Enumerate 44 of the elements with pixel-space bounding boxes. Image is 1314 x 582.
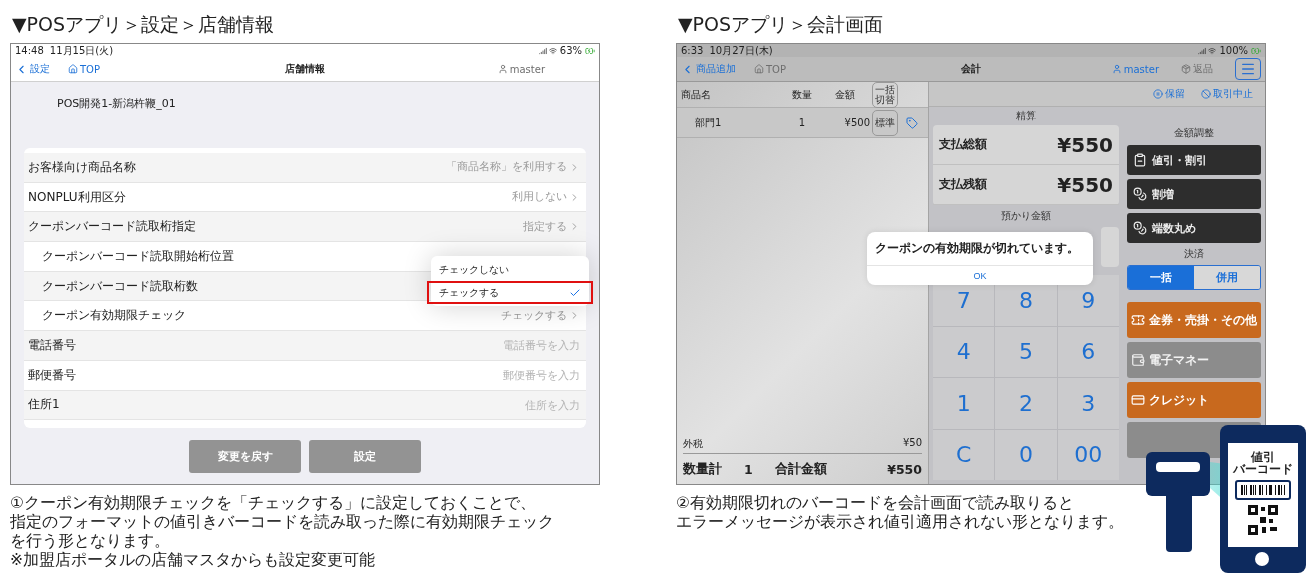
setting-label: NONPLU利用区分 <box>28 188 126 206</box>
settlement-label: 精算 <box>1015 109 1037 123</box>
total-label: 合計金額 <box>774 460 827 478</box>
deposit-label: 預かり金額 <box>1000 209 1052 223</box>
battery-level: 63% <box>559 45 582 56</box>
tax-amount: ¥50 <box>902 437 922 450</box>
screen-title: 会計 <box>960 62 982 76</box>
qty-total-label: 数量計 <box>683 460 722 478</box>
status-date: 11月15日(火) <box>49 44 114 58</box>
setting-label: クーポンバーコード読取桁数 <box>42 277 198 295</box>
adjust-label: 金額調整 <box>1173 126 1215 140</box>
column-header: 商品名 <box>681 88 712 102</box>
section-heading: ▼POSアプリ＞会計画面 <box>677 12 885 37</box>
caption: ②有効期限切れのバーコードを会計画面で読み取りると エラーメッセージが表示され値引適用されない形となります。 <box>676 494 1124 532</box>
setting-label: クーポンバーコード読取開始桁位置 <box>42 247 234 265</box>
amount-label: 支払残額 <box>939 176 987 193</box>
status-time: 6:33 <box>681 45 704 56</box>
column-header: 数量 <box>791 88 813 102</box>
setting-label: クーポンバーコード読取桁指定 <box>28 218 196 236</box>
column-header: 金額 <box>834 88 856 102</box>
qty-total: 1 <box>744 461 753 477</box>
setting-label: お客様向け商品名称 <box>28 158 136 176</box>
store-name: POS開発1-新潟杵鞭_01 <box>56 96 177 112</box>
amount-label: 支払総額 <box>939 136 987 153</box>
table-cell-text: 1 <box>797 117 807 128</box>
battery-level: 100% <box>1219 45 1248 56</box>
tax-label: 外税 <box>683 437 703 451</box>
section-heading: ▼POSアプリ＞設定＞店舗情報 <box>11 12 276 37</box>
table-cell-text: 部門1 <box>694 115 723 130</box>
setting-label: 住所1 <box>28 396 60 414</box>
amount-value: ¥550 <box>1057 172 1113 197</box>
payment-label: 決済 <box>1183 247 1205 261</box>
alert-message: クーポンの有効期限が切れています。 <box>874 240 1080 257</box>
setting-label: クーポン有効期限チェック <box>42 307 186 325</box>
setting-label: 郵便番号 <box>28 366 76 384</box>
setting-label: 電話番号 <box>28 336 76 354</box>
screen-title: 店舗情報 <box>284 62 326 76</box>
status-time: 14:48 <box>15 45 44 56</box>
total-amount: ¥550 <box>887 461 922 477</box>
caption: ①クーポン有効期限チェックを「チェックする」に設定しておくことで、 指定のフォーマットの値引きバーコードを読み取った際に有効期限チェック を行う形となります。 ※加盟店ポータルの店舗マスタからも設定変更可能 <box>10 494 554 570</box>
table-cell-text: ¥500 <box>843 117 870 128</box>
status-date: 10月27日(木) <box>709 44 773 58</box>
amount-value: ¥550 <box>1057 132 1113 157</box>
phone-label: 値引 バーコード <box>1233 451 1293 475</box>
